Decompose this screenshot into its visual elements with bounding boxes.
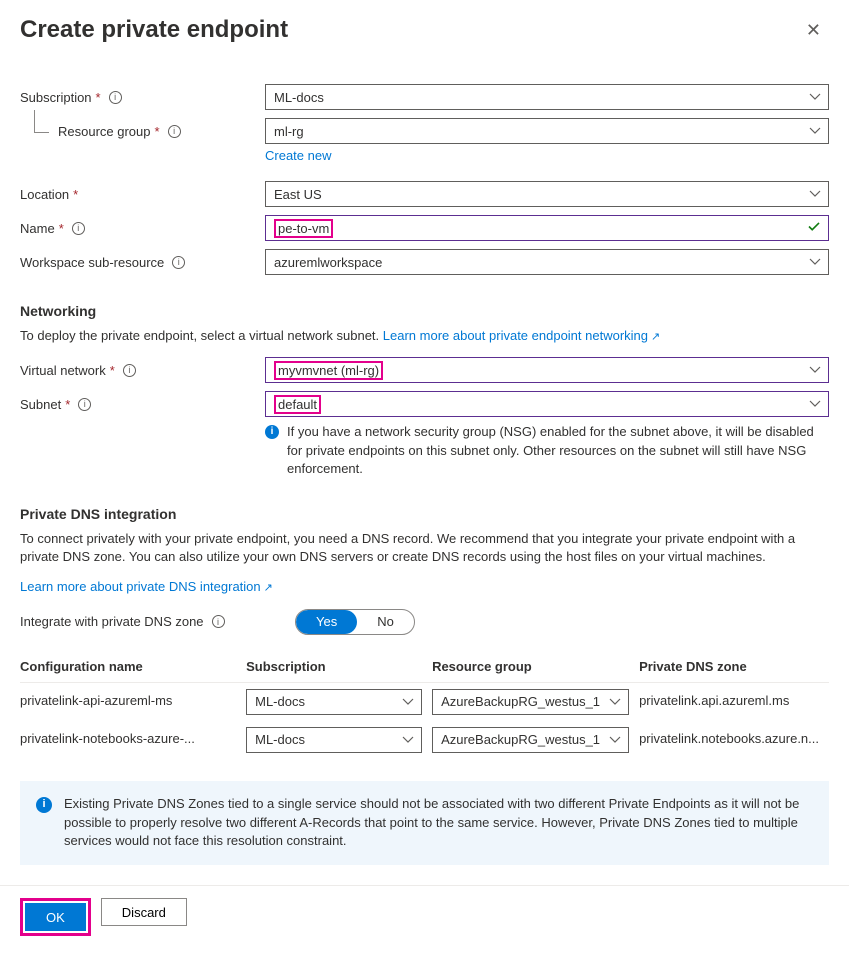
- dns-alert: i Existing Private DNS Zones tied to a s…: [20, 781, 829, 866]
- subresource-label: Workspace sub-resource: [20, 255, 164, 270]
- networking-learn-more-link[interactable]: Learn more about private endpoint networ…: [383, 328, 660, 343]
- info-icon[interactable]: i: [172, 256, 185, 269]
- resource-group-label: Resource group: [58, 124, 151, 139]
- required-star: *: [155, 124, 160, 139]
- subnet-value: default: [274, 395, 321, 414]
- name-value: pe-to-vm: [274, 219, 333, 238]
- subnet-select[interactable]: default: [265, 391, 829, 417]
- vnet-value: myvmvnet (ml-rg): [274, 361, 383, 380]
- subnet-label: Subnet: [20, 397, 61, 412]
- resource-group-select[interactable]: ml-rg: [265, 118, 829, 144]
- create-new-link[interactable]: Create new: [265, 148, 331, 163]
- zone-name: privatelink.notebooks.azure.n...: [639, 731, 819, 746]
- info-icon[interactable]: i: [72, 222, 85, 235]
- dns-table: Configuration name Subscription Resource…: [20, 651, 829, 759]
- dns-desc: To connect privately with your private e…: [20, 530, 829, 566]
- dns-learn-more-link[interactable]: Learn more about private DNS integration…: [20, 579, 273, 594]
- discard-button[interactable]: Discard: [101, 898, 187, 926]
- table-row: privatelink-api-azureml-ms ML-docs Azure…: [20, 682, 829, 721]
- dns-heading: Private DNS integration: [20, 506, 829, 522]
- row-rg-select[interactable]: AzureBackupRG_westus_1: [432, 727, 629, 753]
- integrate-dns-label: Integrate with private DNS zone: [20, 614, 204, 629]
- info-icon: i: [36, 797, 52, 813]
- location-label: Location: [20, 187, 69, 202]
- col-sub: Subscription: [246, 651, 432, 683]
- row-sub-select[interactable]: ML-docs: [246, 689, 422, 715]
- col-zone: Private DNS zone: [639, 651, 829, 683]
- zone-name: privatelink.api.azureml.ms: [639, 693, 789, 708]
- name-input[interactable]: pe-to-vm: [265, 215, 829, 241]
- vnet-select[interactable]: myvmvnet (ml-rg): [265, 357, 829, 383]
- dns-toggle-yes[interactable]: Yes: [296, 610, 357, 634]
- required-star: *: [65, 397, 70, 412]
- info-icon[interactable]: i: [123, 364, 136, 377]
- name-label: Name: [20, 221, 55, 236]
- info-icon[interactable]: i: [78, 398, 91, 411]
- required-star: *: [110, 363, 115, 378]
- subresource-select[interactable]: azuremlworkspace: [265, 249, 829, 275]
- table-row: privatelink-notebooks-azure-... ML-docs …: [20, 721, 829, 759]
- nsg-note: If you have a network security group (NS…: [287, 423, 829, 478]
- dns-alert-text: Existing Private DNS Zones tied to a sin…: [64, 795, 813, 852]
- subscription-label: Subscription: [20, 90, 92, 105]
- col-config: Configuration name: [20, 651, 246, 683]
- dns-toggle-no[interactable]: No: [357, 610, 414, 634]
- row-rg-select[interactable]: AzureBackupRG_westus_1: [432, 689, 629, 715]
- info-icon[interactable]: i: [212, 615, 225, 628]
- close-icon[interactable]: ✕: [798, 16, 829, 45]
- vnet-label: Virtual network: [20, 363, 106, 378]
- subscription-select[interactable]: ML-docs: [265, 84, 829, 110]
- info-icon[interactable]: i: [168, 125, 181, 138]
- ok-button[interactable]: OK: [25, 903, 86, 931]
- info-icon: i: [265, 425, 279, 439]
- required-star: *: [59, 221, 64, 236]
- networking-heading: Networking: [20, 303, 829, 319]
- dns-toggle[interactable]: Yes No: [295, 609, 415, 635]
- config-name: privatelink-api-azureml-ms: [20, 693, 172, 708]
- row-sub-select[interactable]: ML-docs: [246, 727, 422, 753]
- required-star: *: [96, 90, 101, 105]
- config-name: privatelink-notebooks-azure-...: [20, 731, 195, 746]
- required-star: *: [73, 187, 78, 202]
- check-icon: [807, 220, 821, 237]
- col-rg: Resource group: [432, 651, 639, 683]
- networking-desc: To deploy the private endpoint, select a…: [20, 328, 383, 343]
- info-icon[interactable]: i: [109, 91, 122, 104]
- location-select[interactable]: East US: [265, 181, 829, 207]
- page-title: Create private endpoint: [20, 16, 288, 44]
